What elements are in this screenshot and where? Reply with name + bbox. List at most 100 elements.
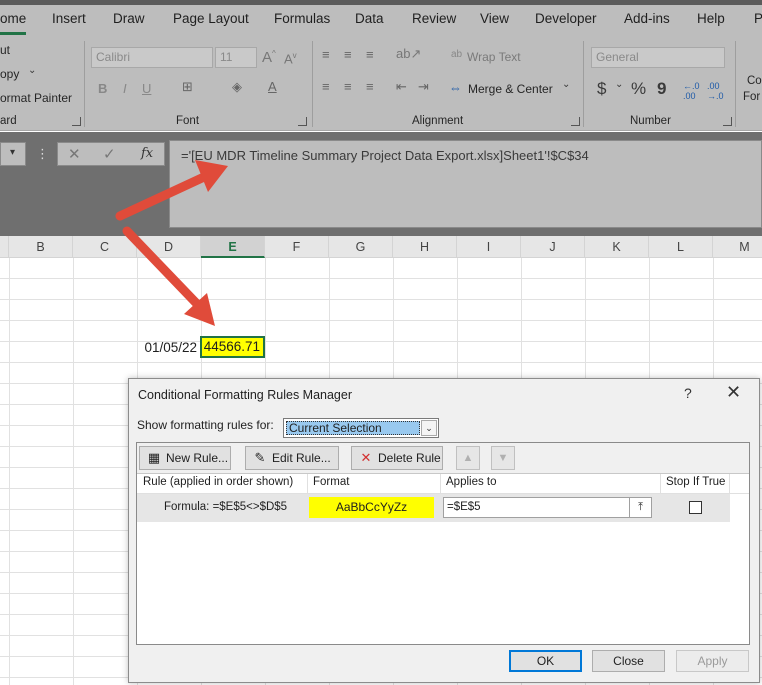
- middle-align-icon[interactable]: ≡: [344, 47, 352, 62]
- percent-button[interactable]: %: [631, 79, 646, 99]
- formula-input[interactable]: ='[EU MDR Timeline Summary Project Data …: [169, 140, 762, 228]
- conditional-formatting-label-line2[interactable]: For: [743, 91, 760, 103]
- borders-icon[interactable]: ⊞: [182, 79, 193, 95]
- cut-button[interactable]: ut: [0, 43, 10, 57]
- tab-view[interactable]: View: [480, 11, 509, 26]
- insert-function-button[interactable]: fx: [141, 146, 153, 161]
- decrease-indent-icon[interactable]: ⇤: [396, 79, 407, 95]
- collapse-range-icon[interactable]: ⤒: [629, 498, 651, 517]
- merge-center-button[interactable]: Merge & Center: [468, 82, 553, 96]
- delete-icon: ✕: [360, 450, 372, 465]
- close-icon[interactable]: ✕: [726, 382, 741, 403]
- applies-to-input[interactable]: =$E$5 ⤒: [443, 497, 652, 518]
- more-options-icon[interactable]: ⋮: [36, 146, 49, 162]
- chevron-down-icon[interactable]: ⌄: [615, 79, 623, 90]
- decrease-decimal-icon[interactable]: .00 →.0: [707, 81, 724, 101]
- tab-formulas[interactable]: Formulas: [274, 11, 330, 26]
- cancel-icon[interactable]: ✕: [68, 145, 81, 163]
- tab-add-ins[interactable]: Add-ins: [624, 11, 670, 26]
- wrap-text-button[interactable]: Wrap Text: [467, 50, 521, 64]
- stop-if-true-checkbox[interactable]: [689, 501, 702, 514]
- tab-home[interactable]: ome: [0, 11, 26, 26]
- alignment-group-label: Alignment: [412, 115, 464, 127]
- font-color-icon[interactable]: A: [268, 79, 277, 94]
- chevron-down-icon[interactable]: ⌄: [28, 65, 36, 76]
- tab-review[interactable]: Review: [412, 11, 456, 26]
- dialog-launcher-icon[interactable]: [298, 117, 307, 126]
- tab-draw[interactable]: Draw: [113, 11, 145, 26]
- merge-center-icon[interactable]: ⇔: [449, 80, 462, 95]
- column-header-g[interactable]: G: [329, 236, 393, 258]
- name-box[interactable]: ▾: [0, 142, 26, 166]
- conditional-formatting-label-line1[interactable]: Co: [747, 75, 762, 87]
- tab-help[interactable]: Help: [697, 11, 725, 26]
- column-header-b[interactable]: B: [9, 236, 73, 258]
- edit-rule-button[interactable]: ✎ Edit Rule...: [245, 446, 339, 470]
- enter-icon[interactable]: ✓: [103, 145, 116, 163]
- formula-buttons: ✕ ✓ fx: [57, 142, 165, 166]
- column-header-a[interactable]: [0, 236, 9, 258]
- column-header-c[interactable]: C: [73, 236, 137, 258]
- new-rule-button[interactable]: ▦ New Rule...: [139, 446, 231, 470]
- chevron-down-icon[interactable]: ▾: [10, 147, 15, 158]
- edit-rule-icon: ✎: [254, 450, 266, 465]
- move-down-button[interactable]: ▼: [491, 446, 515, 470]
- align-right-icon[interactable]: ≡: [366, 79, 374, 94]
- move-up-button[interactable]: ▲: [456, 446, 480, 470]
- font-name-combo[interactable]: Calibri: [91, 47, 213, 68]
- column-header-m[interactable]: M: [713, 236, 762, 258]
- column-header-f[interactable]: F: [265, 236, 329, 258]
- cell-e5-selected[interactable]: 44566.71: [200, 336, 265, 358]
- show-rules-select[interactable]: Current Selection ⌄: [283, 418, 439, 438]
- rule-row[interactable]: Formula: =$E$5<>$D$5 AaBbCcYyZz =$E$5 ⤒: [137, 494, 730, 522]
- cell-d5[interactable]: 01/05/22: [137, 337, 200, 358]
- decrease-font-icon[interactable]: Av: [284, 51, 297, 66]
- tab-partial[interactable]: P: [754, 11, 762, 26]
- font-group-label: Font: [176, 115, 200, 127]
- font-size-combo[interactable]: 11: [215, 47, 257, 68]
- edit-rule-label: Edit Rule...: [272, 451, 331, 465]
- column-header-e[interactable]: E: [201, 236, 265, 258]
- column-header-l[interactable]: L: [649, 236, 713, 258]
- top-align-icon[interactable]: ≡: [322, 47, 330, 62]
- close-button[interactable]: Close: [592, 650, 665, 672]
- increase-font-icon[interactable]: A^: [262, 49, 276, 66]
- apply-button[interactable]: Apply: [676, 650, 749, 672]
- comma-style-button[interactable]: 9: [657, 79, 666, 99]
- orientation-icon[interactable]: ab↗: [396, 46, 421, 62]
- align-center-icon[interactable]: ≡: [344, 79, 352, 94]
- header-format: Format: [313, 476, 350, 488]
- ok-button[interactable]: OK: [509, 650, 582, 672]
- italic-button[interactable]: I: [123, 81, 127, 96]
- number-format-combo[interactable]: General: [591, 47, 725, 68]
- dialog-launcher-icon[interactable]: [723, 117, 732, 126]
- increase-indent-icon[interactable]: ⇥: [418, 79, 429, 95]
- delete-rule-button[interactable]: ✕ Delete Rule: [351, 446, 443, 470]
- column-header-h[interactable]: H: [393, 236, 457, 258]
- copy-button[interactable]: opy: [0, 67, 19, 81]
- currency-button[interactable]: $: [597, 79, 606, 99]
- fill-color-icon[interactable]: ◈: [232, 79, 242, 95]
- tab-insert[interactable]: Insert: [52, 11, 86, 26]
- column-header-j[interactable]: J: [521, 236, 585, 258]
- dialog-launcher-icon[interactable]: [571, 117, 580, 126]
- column-header-i[interactable]: I: [457, 236, 521, 258]
- help-button[interactable]: ?: [684, 385, 692, 401]
- tab-data[interactable]: Data: [355, 11, 384, 26]
- wrap-text-icon[interactable]: ab: [451, 49, 462, 60]
- align-left-icon[interactable]: ≡: [322, 79, 330, 94]
- chevron-down-icon[interactable]: ⌄: [421, 420, 437, 436]
- header-divider: [660, 474, 661, 494]
- bottom-align-icon[interactable]: ≡: [366, 47, 374, 62]
- tab-developer[interactable]: Developer: [535, 11, 597, 26]
- group-divider: [735, 41, 736, 127]
- chevron-down-icon[interactable]: ⌄: [562, 79, 570, 90]
- bold-button[interactable]: B: [98, 81, 107, 96]
- column-header-d[interactable]: D: [137, 236, 201, 258]
- column-header-k[interactable]: K: [585, 236, 649, 258]
- underline-button[interactable]: U: [142, 81, 151, 96]
- tab-page-layout[interactable]: Page Layout: [173, 11, 249, 26]
- format-painter-button[interactable]: ormat Painter: [0, 91, 72, 105]
- increase-decimal-icon[interactable]: ←.0.00: [683, 81, 700, 101]
- dialog-launcher-icon[interactable]: [72, 117, 81, 126]
